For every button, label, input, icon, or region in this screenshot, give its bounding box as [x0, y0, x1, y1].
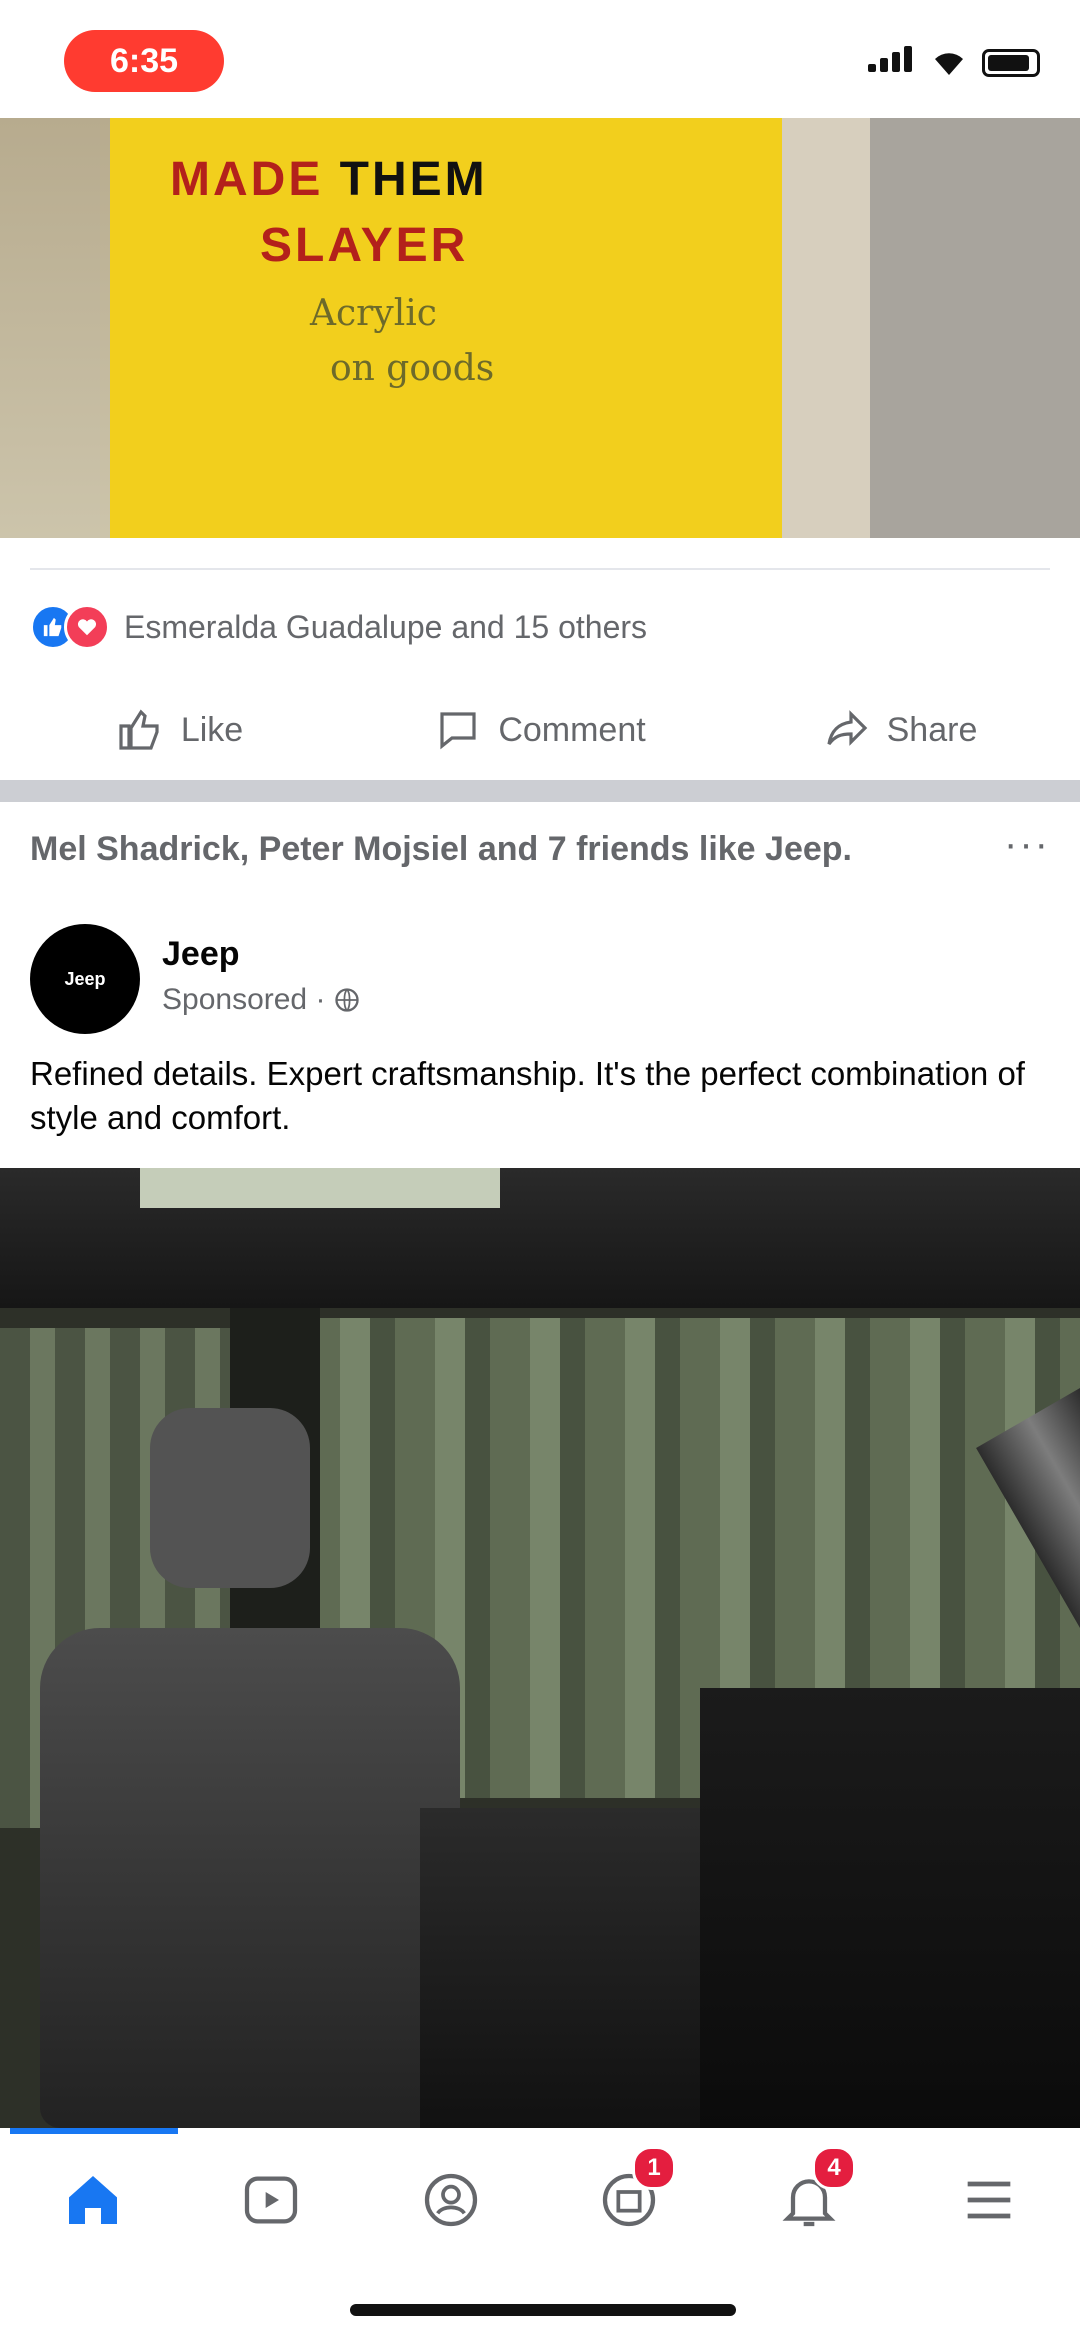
thumbs-up-icon: [119, 709, 159, 750]
like-button[interactable]: Like: [0, 690, 360, 770]
home-indicator[interactable]: [350, 2304, 736, 2316]
globe-icon: [335, 988, 360, 1012]
divider: [30, 568, 1050, 570]
menu-icon: [967, 2181, 1011, 2219]
marketplace-badge: 1: [632, 2146, 676, 2190]
comment-icon: [440, 712, 476, 750]
home-icon: [69, 2176, 117, 2224]
post-body-text: Refined details. Expert craftsmanship. I…: [30, 1055, 1025, 1136]
avatar[interactable]: Jeep: [30, 924, 140, 1034]
sign-text-line2: SLAYER: [260, 219, 469, 272]
post-image[interactable]: MADE THEM SLAYER Acrylic on goods: [0, 118, 1080, 538]
tab-marketplace[interactable]: 1: [584, 2146, 676, 2240]
reactions-text: Esmeralda Guadalupe and 15 others: [124, 608, 648, 645]
status-time: 6:35: [64, 30, 224, 92]
signal-icon: [868, 46, 916, 77]
page-name[interactable]: Jeep: [162, 935, 240, 974]
more-options-button[interactable]: ···: [1004, 822, 1050, 867]
active-tab-indicator: [10, 2128, 178, 2134]
sign-text-line1: MADE THEM: [170, 153, 488, 206]
feed-separator: [0, 780, 1080, 802]
share-icon: [827, 710, 867, 746]
tab-menu[interactable]: [944, 2160, 1034, 2240]
comment-button[interactable]: Comment: [360, 690, 720, 770]
sponsored-text: Sponsored ·: [162, 983, 326, 1016]
sign-text-line3: Acrylic: [310, 293, 437, 334]
tab-watch[interactable]: [226, 2160, 316, 2240]
share-label: Share: [886, 710, 978, 749]
avatar-logo-text: Jeep: [64, 968, 106, 989]
reactions-summary[interactable]: Esmeralda Guadalupe and 15 others: [30, 603, 647, 651]
wifi-icon: [935, 53, 963, 75]
love-reaction-icon: [64, 604, 110, 650]
tab-groups[interactable]: [406, 2160, 496, 2240]
battery-icon: [982, 49, 1040, 77]
social-context: Mel Shadrick, Peter Mojsiel and 7 friend…: [30, 830, 852, 868]
post-actions: Like Comment Share: [0, 690, 1080, 770]
share-button[interactable]: Share: [720, 690, 1080, 770]
tab-notifications[interactable]: 4: [764, 2146, 856, 2240]
groups-icon: [424, 2173, 478, 2227]
comment-label: Comment: [498, 710, 646, 749]
notifications-badge: 4: [812, 2146, 856, 2190]
tab-home[interactable]: [48, 2160, 138, 2240]
status-icons: [868, 46, 1040, 77]
like-label: Like: [180, 710, 244, 749]
post-image[interactable]: [0, 1168, 1080, 2128]
watch-icon: [244, 2176, 298, 2224]
sign-text-line4: on goods: [330, 348, 495, 389]
sponsored-label: Sponsored ·: [162, 983, 361, 1017]
